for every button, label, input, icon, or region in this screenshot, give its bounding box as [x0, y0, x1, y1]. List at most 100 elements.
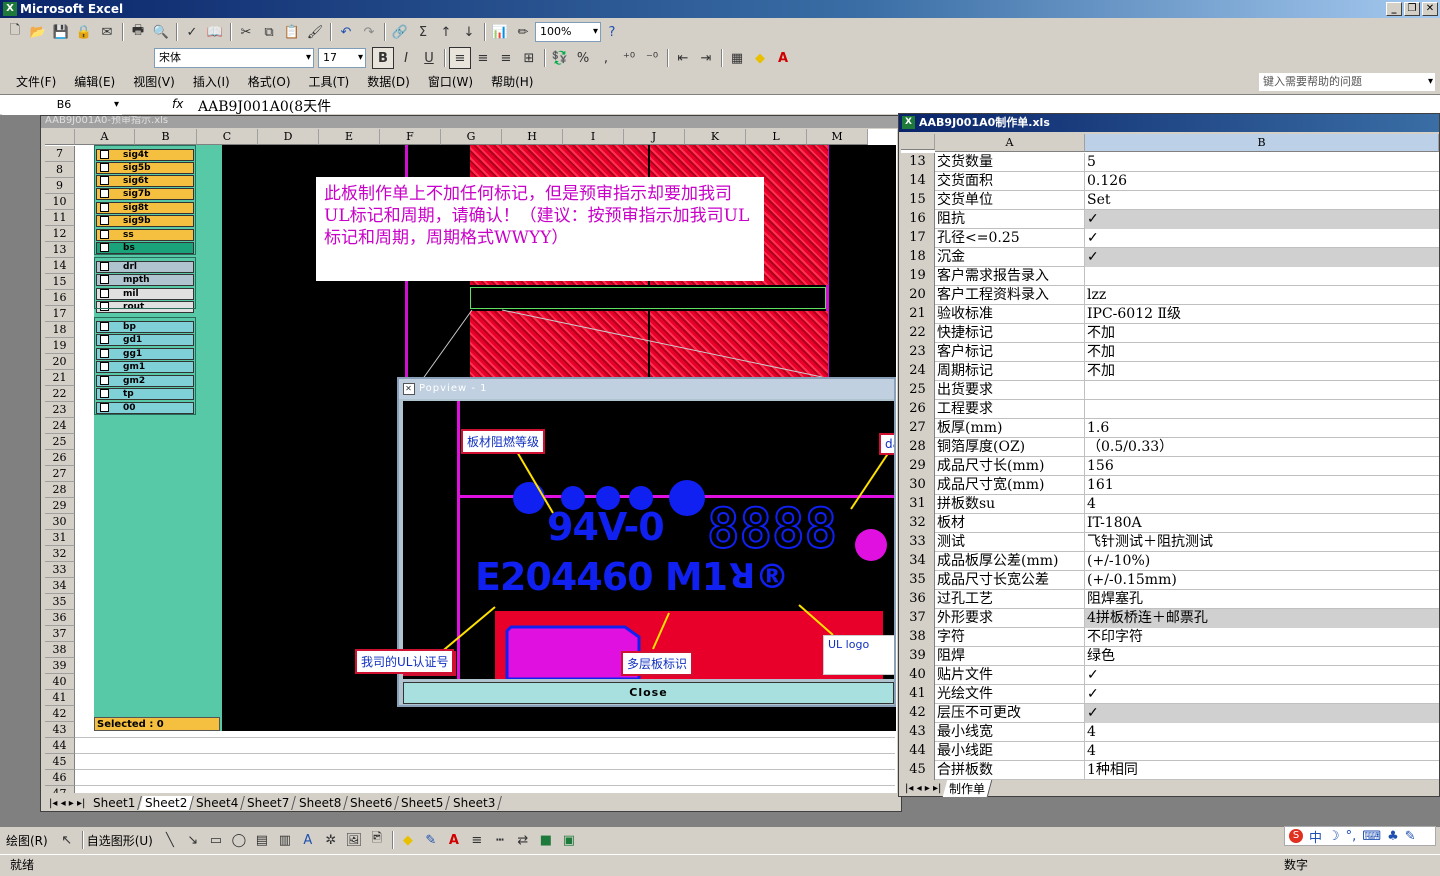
font-color-icon[interactable]: A [772, 47, 794, 69]
row-header[interactable]: 10 [45, 194, 75, 210]
cell-b[interactable]: 5 [1085, 153, 1439, 172]
cell-a[interactable]: 拼板数su [935, 495, 1085, 514]
hyperlink-icon[interactable]: 🔗 [389, 21, 411, 43]
cell-a[interactable]: 交货单位 [935, 191, 1085, 210]
cell-a[interactable]: 沉金 [935, 248, 1085, 267]
row-header[interactable]: 13 [901, 153, 935, 172]
row-header[interactable]: 20 [45, 354, 75, 370]
cell-a[interactable]: 快捷标记 [935, 324, 1085, 343]
row-header[interactable]: 21 [901, 305, 935, 324]
menu-insert[interactable]: 插入(I) [193, 73, 230, 90]
menu-file[interactable]: 文件(F) [16, 73, 56, 90]
cell-a[interactable]: 阻焊 [935, 647, 1085, 666]
row-header[interactable]: 14 [901, 172, 935, 191]
fill-color-icon[interactable]: ◆ [749, 47, 771, 69]
font-size-select[interactable]: 17 [318, 48, 366, 68]
row-header[interactable]: 23 [901, 343, 935, 362]
row-header[interactable]: 29 [901, 457, 935, 476]
paste-icon[interactable]: 📋 [281, 21, 303, 43]
column-header-f[interactable]: F [380, 129, 441, 145]
cell-b[interactable]: 1种相同 [1085, 761, 1439, 780]
cell-b[interactable]: 156 [1085, 457, 1439, 476]
row-header[interactable]: 39 [901, 647, 935, 666]
menu-view[interactable]: 视图(V) [133, 73, 175, 90]
cell-b[interactable]: lzz [1085, 286, 1439, 305]
3d-icon[interactable]: ▣ [558, 829, 580, 851]
row-header[interactable]: 27 [901, 419, 935, 438]
row-header[interactable]: 18 [45, 322, 75, 338]
permission-icon[interactable]: 🔒 [73, 21, 95, 43]
column-header-k[interactable]: K [685, 129, 746, 145]
column-header-a[interactable]: A [935, 134, 1085, 152]
ime-skin-icon[interactable]: ♣ [1387, 829, 1399, 844]
font-select[interactable]: 宋体 [154, 48, 314, 68]
research-icon[interactable]: 📖 [204, 21, 226, 43]
cell-b[interactable]: 4 [1085, 742, 1439, 761]
increase-decimal-icon[interactable]: ⁺⁰ [618, 47, 640, 69]
drawing-icon[interactable]: ✏ [512, 21, 534, 43]
row-header[interactable]: 45 [901, 761, 935, 780]
font-color-icon[interactable]: A [443, 829, 465, 851]
cell-b[interactable]: ✓ [1085, 704, 1439, 723]
row-header[interactable]: 32 [901, 514, 935, 533]
cell-a[interactable]: 最小线距 [935, 742, 1085, 761]
row-header[interactable]: 38 [45, 642, 75, 658]
tab-sheet7[interactable]: Sheet7 [241, 796, 297, 810]
row-header[interactable]: 26 [901, 400, 935, 419]
row-header[interactable]: 46 [45, 770, 75, 786]
row-header[interactable]: 44 [901, 742, 935, 761]
cell-b[interactable]: 4拼板桥连＋邮票孔 [1085, 609, 1439, 628]
row-header[interactable]: 23 [45, 402, 75, 418]
cell-b[interactable]: (+/-0.15mm) [1085, 571, 1439, 590]
row-header[interactable]: 33 [45, 562, 75, 578]
align-left-icon[interactable]: ≡ [449, 47, 471, 69]
copy-icon[interactable]: ⧉ [258, 21, 280, 43]
column-header-b[interactable]: B [135, 129, 197, 145]
row-header[interactable]: 16 [901, 210, 935, 229]
row-header[interactable]: 13 [45, 242, 75, 258]
menu-tools[interactable]: 工具(T) [309, 73, 350, 90]
row-header[interactable]: 42 [901, 704, 935, 723]
popview-close-button[interactable]: Close [403, 682, 894, 704]
ime-toolbar[interactable]: S 中 ☽ °, ⌨ ♣ ✎ [1284, 826, 1436, 846]
column-header-i[interactable]: I [563, 129, 624, 145]
cell-b[interactable]: 不加 [1085, 362, 1439, 381]
decrease-indent-icon[interactable]: ⇤ [672, 47, 694, 69]
arrow-icon[interactable]: ↘ [182, 829, 204, 851]
row-header[interactable]: 36 [45, 610, 75, 626]
redo-icon[interactable]: ↷ [358, 21, 380, 43]
cell-a[interactable]: 最小线宽 [935, 723, 1085, 742]
cell-a[interactable]: 孔径<=0.25 [935, 229, 1085, 248]
ime-logo-icon[interactable]: S [1289, 829, 1303, 843]
tab-scroll-buttons[interactable]: |◂ ◂ ▸ ▸| [45, 798, 89, 809]
row-header[interactable]: 30 [45, 514, 75, 530]
vertical-textbox-icon[interactable]: ▥ [274, 829, 296, 851]
row-header[interactable]: 35 [901, 571, 935, 590]
row-header[interactable]: 20 [901, 286, 935, 305]
increase-indent-icon[interactable]: ⇥ [695, 47, 717, 69]
picture-icon[interactable]: 🖻 [366, 829, 388, 851]
row-header[interactable]: 28 [901, 438, 935, 457]
textbox-icon[interactable]: ▤ [251, 829, 273, 851]
row-header[interactable]: 30 [901, 476, 935, 495]
row-header[interactable]: 7 [45, 146, 75, 162]
tab-sheet4[interactable]: Sheet4 [190, 796, 246, 810]
row-header[interactable]: 26 [45, 450, 75, 466]
close-button[interactable]: ✕ [1422, 2, 1438, 16]
row-header[interactable]: 40 [45, 674, 75, 690]
cell-b[interactable]: 绿色 [1085, 647, 1439, 666]
popview-canvas[interactable]: 94V-0 8888 E204460 M1 ꓤ® 板材阻燃等级 dat 我司的U… [403, 401, 894, 679]
tab-sheet3[interactable]: Sheet3 [446, 796, 502, 810]
cell-a[interactable]: 板厚(mm) [935, 419, 1085, 438]
tab-production-sheet[interactable]: 制作单 [943, 779, 993, 797]
tab-sheet1[interactable]: Sheet1 [87, 796, 143, 810]
cell-a[interactable]: 层压不可更改 [935, 704, 1085, 723]
minimize-button[interactable]: _ [1386, 2, 1402, 16]
cell-a[interactable]: 验收标准 [935, 305, 1085, 324]
fx-icon[interactable]: fx [172, 97, 183, 111]
cell-a[interactable]: 板材 [935, 514, 1085, 533]
cell-b[interactable]: （0.5/0.33） [1085, 438, 1439, 457]
formula-input[interactable]: AAB9J001A0(8天件 [198, 96, 331, 116]
row-header[interactable]: 42 [45, 706, 75, 722]
undo-icon[interactable]: ↶ [335, 21, 357, 43]
